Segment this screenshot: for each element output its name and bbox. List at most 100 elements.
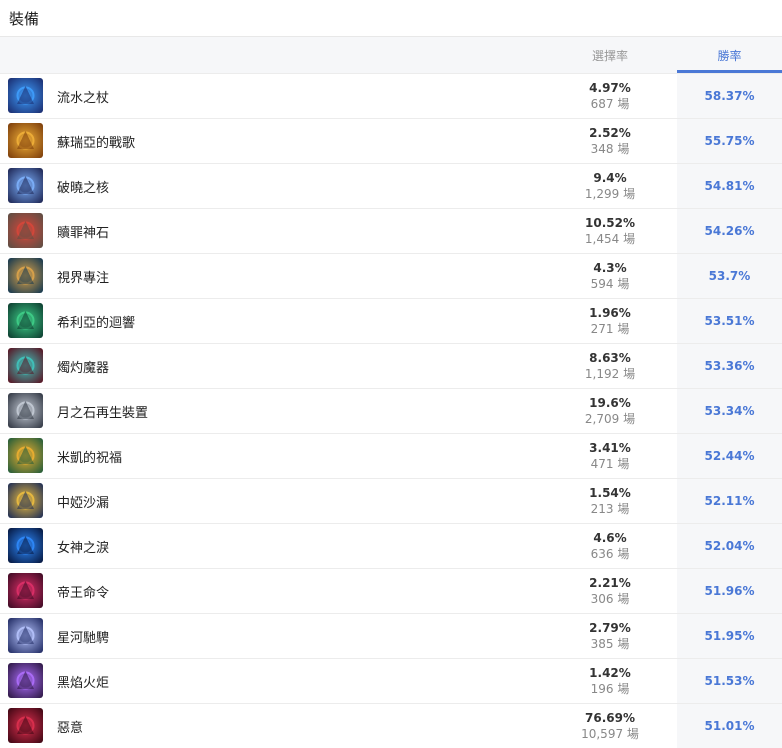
table-row[interactable]: 燭灼魔器 8.63% 1,192 場 53.36% bbox=[0, 343, 782, 388]
table-row[interactable]: 黑焰火炬 1.42% 196 場 51.53% bbox=[0, 658, 782, 703]
dawncore-icon bbox=[8, 168, 43, 203]
item-name[interactable]: 希利亞的迴響 bbox=[57, 312, 135, 331]
pick-rate-value: 2.21% bbox=[589, 576, 631, 590]
item-name[interactable]: 中婭沙漏 bbox=[57, 492, 109, 511]
staff-of-flowing-focus-icon bbox=[8, 258, 43, 293]
table-row[interactable]: 惡意 76.69% 10,597 場 51.01% bbox=[0, 703, 782, 748]
win-rate-value: 55.75% bbox=[677, 119, 782, 163]
win-rate-value: 52.44% bbox=[677, 434, 782, 478]
pick-rate-value: 1.54% bbox=[589, 486, 631, 500]
pick-rate-cell: 2.21% 306 場 bbox=[560, 575, 660, 607]
table-row[interactable]: 贖罪神石 10.52% 1,454 場 54.26% bbox=[0, 208, 782, 253]
games-count: 594 場 bbox=[590, 277, 630, 291]
zhonyas-hourglass-icon bbox=[8, 483, 43, 518]
shurelyas-battlesong-icon bbox=[8, 123, 43, 158]
pick-rate-cell: 2.52% 348 場 bbox=[560, 125, 660, 157]
games-count: 213 場 bbox=[590, 502, 630, 516]
win-rate-value: 51.53% bbox=[677, 659, 782, 703]
pick-rate-cell: 4.3% 594 場 bbox=[560, 260, 660, 292]
item-name[interactable]: 流水之杖 bbox=[57, 87, 109, 106]
win-rate-value: 53.7% bbox=[677, 254, 782, 298]
games-count: 636 場 bbox=[590, 547, 630, 561]
pick-rate-cell: 4.6% 636 場 bbox=[560, 530, 660, 562]
pick-rate-value: 3.41% bbox=[589, 441, 631, 455]
pick-rate-value: 10.52% bbox=[585, 216, 635, 230]
win-rate-value: 53.34% bbox=[677, 389, 782, 433]
table-row[interactable]: 月之石再生裝置 19.6% 2,709 場 53.34% bbox=[0, 388, 782, 433]
win-rate-value: 54.26% bbox=[677, 209, 782, 253]
imperial-mandate-icon bbox=[8, 573, 43, 608]
table-row[interactable]: 中婭沙漏 1.54% 213 場 52.11% bbox=[0, 478, 782, 523]
pick-rate-cell: 1.54% 213 場 bbox=[560, 485, 660, 517]
win-rate-value: 52.11% bbox=[677, 479, 782, 523]
pick-rate-value: 9.4% bbox=[593, 171, 627, 185]
item-name[interactable]: 米凱的祝福 bbox=[57, 447, 122, 466]
item-name[interactable]: 贖罪神石 bbox=[57, 222, 109, 241]
items-table-body: 流水之杖 4.97% 687 場 58.37% 蘇瑞亞的戰歌 2.52% 348 場 55.7… bbox=[0, 73, 782, 748]
table-row[interactable]: 視界專注 4.3% 594 場 53.7% bbox=[0, 253, 782, 298]
table-row[interactable]: 帝王命令 2.21% 306 場 51.96% bbox=[0, 568, 782, 613]
echoes-of-helia-icon bbox=[8, 303, 43, 338]
pick-rate-cell: 1.42% 196 場 bbox=[560, 665, 660, 697]
pick-rate-column-header[interactable]: 選擇率 bbox=[560, 47, 660, 64]
pick-rate-cell: 4.97% 687 場 bbox=[560, 80, 660, 112]
games-count: 348 場 bbox=[590, 142, 630, 156]
rylais-icon bbox=[8, 348, 43, 383]
games-count: 471 場 bbox=[590, 457, 630, 471]
item-name[interactable]: 蘇瑞亞的戰歌 bbox=[57, 132, 135, 151]
blackfire-torch-icon bbox=[8, 663, 43, 698]
games-count: 1,299 場 bbox=[584, 187, 636, 201]
section-title: 裝備 bbox=[9, 9, 40, 28]
win-rate-value: 53.51% bbox=[677, 299, 782, 343]
pick-rate-value: 1.42% bbox=[589, 666, 631, 680]
pick-rate-value: 1.96% bbox=[589, 306, 631, 320]
item-name[interactable]: 女神之淚 bbox=[57, 537, 109, 556]
games-count: 10,597 場 bbox=[581, 727, 639, 741]
item-name[interactable]: 星河馳騁 bbox=[57, 627, 109, 646]
moonstone-renewer-icon bbox=[8, 393, 43, 428]
pick-rate-value: 19.6% bbox=[589, 396, 631, 410]
table-row[interactable]: 流水之杖 4.97% 687 場 58.37% bbox=[0, 73, 782, 118]
item-name[interactable]: 視界專注 bbox=[57, 267, 109, 286]
win-rate-column-header[interactable]: 勝率 bbox=[677, 37, 782, 73]
pick-rate-cell: 1.96% 271 場 bbox=[560, 305, 660, 337]
pick-rate-value: 4.97% bbox=[589, 81, 631, 95]
item-name[interactable]: 破曉之核 bbox=[57, 177, 109, 196]
table-row[interactable]: 破曉之核 9.4% 1,299 場 54.81% bbox=[0, 163, 782, 208]
item-name[interactable]: 燭灼魔器 bbox=[57, 357, 109, 376]
pick-rate-cell: 10.52% 1,454 場 bbox=[560, 215, 660, 247]
item-name[interactable]: 帝王命令 bbox=[57, 582, 109, 601]
tear-of-the-goddess-icon bbox=[8, 528, 43, 563]
table-row[interactable]: 希利亞的迴響 1.96% 271 場 53.51% bbox=[0, 298, 782, 343]
item-name[interactable]: 惡意 bbox=[57, 717, 83, 736]
table-row[interactable]: 女神之淚 4.6% 636 場 52.04% bbox=[0, 523, 782, 568]
table-row[interactable]: 米凱的祝福 3.41% 471 場 52.44% bbox=[0, 433, 782, 478]
win-rate-value: 51.01% bbox=[677, 704, 782, 748]
games-count: 1,192 場 bbox=[584, 367, 636, 381]
pick-rate-value: 4.3% bbox=[593, 261, 627, 275]
item-name[interactable]: 月之石再生裝置 bbox=[57, 402, 148, 421]
games-count: 306 場 bbox=[590, 592, 630, 606]
table-row[interactable]: 蘇瑞亞的戰歌 2.52% 348 場 55.75% bbox=[0, 118, 782, 163]
pick-rate-cell: 3.41% 471 場 bbox=[560, 440, 660, 472]
mikaels-blessing-icon bbox=[8, 438, 43, 473]
pick-rate-cell: 76.69% 10,597 場 bbox=[560, 710, 660, 742]
games-count: 2,709 場 bbox=[584, 412, 636, 426]
flowing-water-staff-icon bbox=[8, 78, 43, 113]
pick-rate-value: 2.52% bbox=[589, 126, 631, 140]
item-name[interactable]: 黑焰火炬 bbox=[57, 672, 109, 691]
pick-rate-value: 4.6% bbox=[593, 531, 627, 545]
pick-rate-cell: 19.6% 2,709 場 bbox=[560, 395, 660, 427]
games-count: 271 場 bbox=[590, 322, 630, 336]
pick-rate-value: 76.69% bbox=[585, 711, 635, 725]
section-title-bar: 裝備 bbox=[0, 0, 782, 36]
redemption-icon bbox=[8, 213, 43, 248]
win-rate-value: 58.37% bbox=[677, 74, 782, 118]
games-count: 196 場 bbox=[590, 682, 630, 696]
table-row[interactable]: 星河馳騁 2.79% 385 場 51.95% bbox=[0, 613, 782, 658]
games-count: 385 場 bbox=[590, 637, 630, 651]
pick-rate-value: 2.79% bbox=[589, 621, 631, 635]
win-rate-value: 51.95% bbox=[677, 614, 782, 658]
win-rate-value: 52.04% bbox=[677, 524, 782, 568]
games-count: 687 場 bbox=[590, 97, 630, 111]
